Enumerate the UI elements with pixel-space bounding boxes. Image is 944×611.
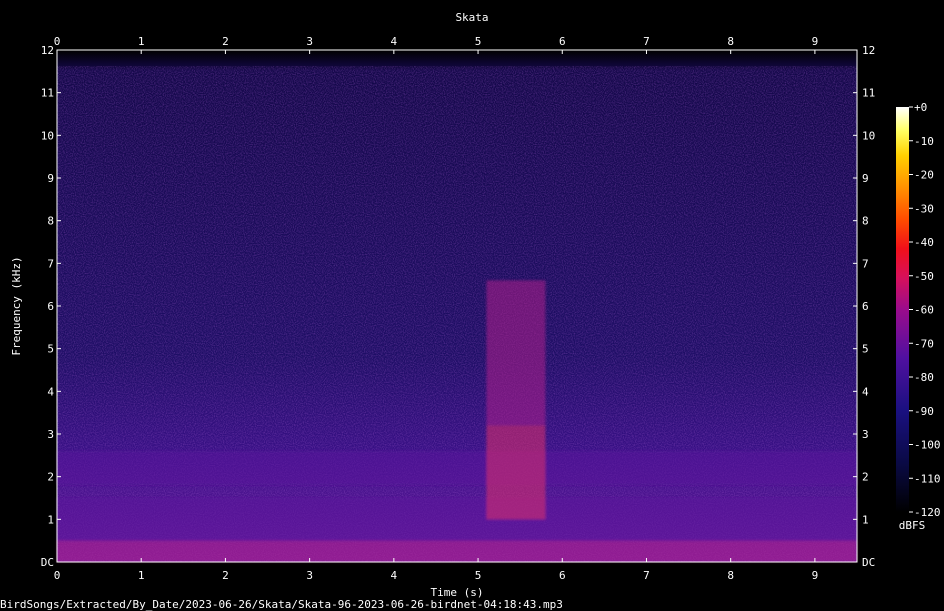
colorbar-tick-label: -60	[914, 304, 934, 317]
x-tick-label: 2	[222, 569, 229, 582]
y-tick-label: 10	[41, 129, 54, 142]
y-tick-label: 8	[47, 215, 54, 228]
file-path: BirdSongs/Extracted/By_Date/2023-06-26/S…	[0, 598, 563, 611]
x-tick-label-top: 7	[643, 35, 650, 48]
y-tick-label-right: 6	[862, 300, 869, 313]
x-tick-label: 3	[306, 569, 313, 582]
y-tick-label-right: 1	[862, 513, 869, 526]
x-tick-label-top: 1	[138, 35, 145, 48]
colorbar-tick-label: -40	[914, 236, 934, 249]
y-tick-label-right: 3	[862, 428, 869, 441]
x-tick-label: 6	[559, 569, 566, 582]
x-tick-label: 1	[138, 569, 145, 582]
y-tick-label-right: DC	[862, 556, 875, 569]
y-tick-label: 2	[47, 471, 54, 484]
signal-band	[486, 425, 546, 520]
colorbar-tick-label: -10	[914, 135, 934, 148]
x-tick-label: 4	[391, 569, 398, 582]
y-tick-label: 5	[47, 343, 54, 356]
colorbar	[896, 107, 909, 512]
x-tick-label-top: 2	[222, 35, 229, 48]
spectrogram-texture	[57, 66, 857, 562]
y-tick-label-right: 12	[862, 44, 875, 57]
y-axis-label: Frequency (kHz)	[10, 256, 23, 355]
x-tick-label: 7	[643, 569, 650, 582]
chart-title: Skata	[455, 11, 488, 24]
spectrogram-chart: Skata 00112233445566778899DC DC1 12 23 34 45 5…	[0, 11, 941, 611]
y-tick-label: 3	[47, 428, 54, 441]
y-tick-label: 6	[47, 300, 54, 313]
colorbar-tick-label: -120	[914, 506, 941, 519]
colorbar-tick-label: -100	[914, 439, 941, 452]
y-tick-label: 4	[47, 385, 54, 398]
y-tick-label: 9	[47, 172, 54, 185]
x-tick-label-top: 8	[727, 35, 734, 48]
signal-band	[57, 498, 857, 541]
colorbar-tick-label: -110	[914, 472, 941, 485]
signal-band	[57, 451, 857, 486]
x-tick-label: 5	[475, 569, 482, 582]
y-tick-label-right: 9	[862, 172, 869, 185]
x-tick-label-top: 6	[559, 35, 566, 48]
y-tick-label: DC	[41, 556, 54, 569]
y-tick-label-right: 5	[862, 343, 869, 356]
x-tick-label: 8	[727, 569, 734, 582]
spectrogram-view: Skata 0 0 1 1 2 2 3 3 4 4 5 5 6 6 7 7 8 8 9 9 DC DC 1 1 2 2 3 3 4 4 5 5…	[0, 0, 944, 611]
x-tick-label-top: 5	[475, 35, 482, 48]
colorbar-tick-label: -30	[914, 202, 934, 215]
colorbar-tick-label: -90	[914, 405, 934, 418]
x-tick-label: 9	[812, 569, 819, 582]
colorbar-tick-label: -80	[914, 371, 934, 384]
y-tick-label: 7	[47, 257, 54, 270]
y-tick-label: 11	[41, 87, 54, 100]
colorbar-tick-label: +0	[914, 101, 927, 114]
x-tick-label-top: 4	[391, 35, 398, 48]
colorbar-label: dBFS	[899, 519, 926, 532]
signal-band	[486, 280, 546, 426]
x-tick-label-top: 9	[812, 35, 819, 48]
x-tick-label-top: 0	[54, 35, 61, 48]
y-tick-label-right: 4	[862, 385, 869, 398]
x-tick-label-top: 3	[306, 35, 313, 48]
y-tick-label-right: 8	[862, 215, 869, 228]
y-tick-label: 12	[41, 44, 54, 57]
colorbar-tick-label: -70	[914, 337, 934, 350]
y-tick-label-right: 11	[862, 87, 875, 100]
colorbar-tick-label: -50	[914, 270, 934, 283]
y-tick-label-right: 10	[862, 129, 875, 142]
plot-area	[57, 50, 857, 562]
y-tick-label-right: 2	[862, 471, 869, 484]
y-tick-label: 1	[47, 513, 54, 526]
y-tick-label-right: 7	[862, 257, 869, 270]
signal-band	[57, 540, 857, 562]
colorbar-tick-label: -20	[914, 169, 934, 182]
x-tick-label: 0	[54, 569, 61, 582]
